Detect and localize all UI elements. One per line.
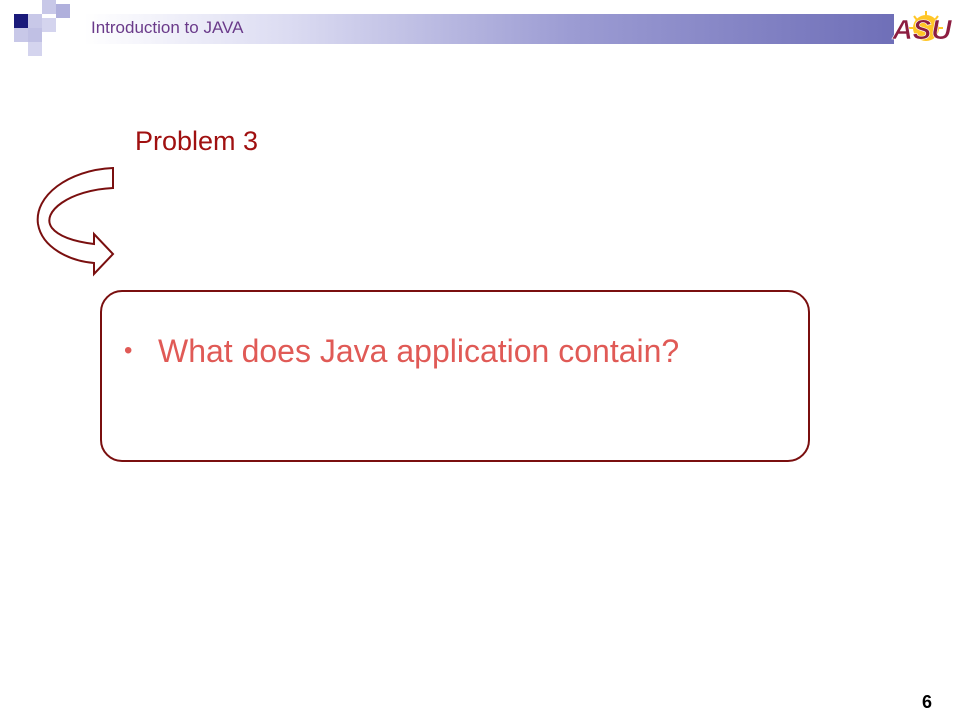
page-number: 6	[922, 692, 933, 712]
bullet-marker: •	[124, 337, 133, 364]
logo-text: ASU	[891, 14, 952, 45]
asu-logo: ASU	[891, 11, 953, 45]
question-bullet: • What does Java application contain?	[124, 333, 679, 370]
curved-arrow-icon	[36, 166, 115, 277]
question-box	[100, 290, 810, 462]
header-title: Introduction to JAVA	[91, 18, 244, 37]
problem-title: Problem 3	[135, 126, 259, 156]
question-text: What does Java application contain?	[158, 333, 680, 369]
